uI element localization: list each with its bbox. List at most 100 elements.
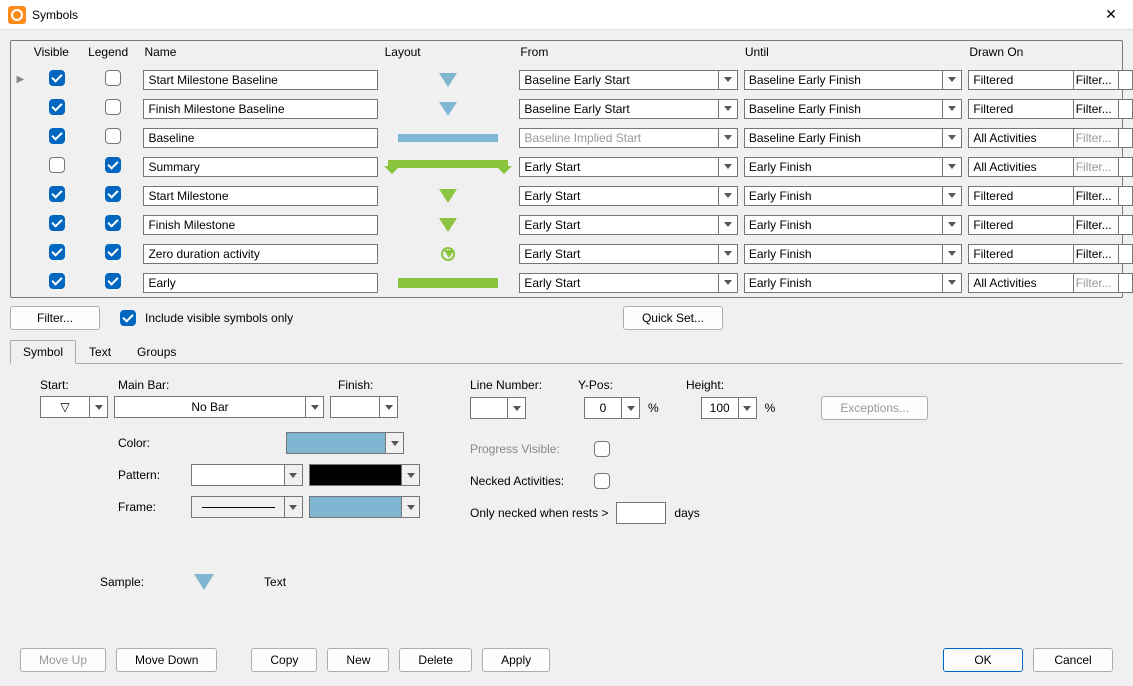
until-select[interactable] bbox=[744, 99, 962, 119]
visible-checkbox[interactable] bbox=[49, 70, 65, 86]
apply-button[interactable]: Apply bbox=[482, 648, 550, 672]
from-select[interactable] bbox=[519, 186, 737, 206]
visible-checkbox[interactable] bbox=[49, 244, 65, 260]
include-visible-box[interactable] bbox=[120, 310, 136, 326]
legend-checkbox[interactable] bbox=[105, 215, 121, 231]
name-input[interactable] bbox=[143, 186, 377, 206]
until-select[interactable] bbox=[744, 244, 962, 264]
legend-checkbox[interactable] bbox=[105, 244, 121, 260]
from-select[interactable] bbox=[519, 273, 737, 293]
chevron-down-icon[interactable] bbox=[942, 128, 962, 148]
row-filter-button[interactable]: Filter... bbox=[1073, 186, 1119, 206]
chevron-down-icon[interactable] bbox=[942, 157, 962, 177]
frame-color-picker[interactable] bbox=[309, 496, 420, 518]
copy-button[interactable]: Copy bbox=[251, 648, 317, 672]
necked-checkbox[interactable] bbox=[594, 473, 610, 489]
table-row[interactable]: Filter... bbox=[11, 123, 1122, 152]
table-row[interactable]: Filter... bbox=[11, 181, 1122, 210]
height-select[interactable]: 100 bbox=[701, 397, 757, 419]
until-select[interactable] bbox=[744, 186, 962, 206]
table-row[interactable]: Filter... bbox=[11, 152, 1122, 181]
tab-text[interactable]: Text bbox=[76, 340, 124, 364]
cancel-button[interactable]: Cancel bbox=[1033, 648, 1113, 672]
tab-groups[interactable]: Groups bbox=[124, 340, 189, 364]
chevron-down-icon[interactable] bbox=[942, 244, 962, 264]
chevron-down-icon[interactable] bbox=[942, 70, 962, 90]
name-input[interactable] bbox=[143, 99, 377, 119]
pattern-left-picker[interactable] bbox=[191, 464, 302, 486]
progress-visible-checkbox[interactable] bbox=[594, 441, 610, 457]
chevron-down-icon[interactable] bbox=[718, 186, 738, 206]
legend-checkbox[interactable] bbox=[105, 157, 121, 173]
move-down-button[interactable]: Move Down bbox=[116, 648, 217, 672]
visible-checkbox[interactable] bbox=[49, 273, 65, 289]
name-input[interactable] bbox=[143, 244, 377, 264]
legend-checkbox[interactable] bbox=[105, 273, 121, 289]
chevron-down-icon[interactable] bbox=[718, 215, 738, 235]
row-filter-button[interactable]: Filter... bbox=[1073, 244, 1119, 264]
drawn-on-select[interactable] bbox=[968, 186, 1066, 206]
visible-checkbox[interactable] bbox=[49, 186, 65, 202]
row-filter-button[interactable]: Filter... bbox=[1073, 215, 1119, 235]
row-filter-button[interactable]: Filter... bbox=[1073, 99, 1119, 119]
until-select[interactable] bbox=[744, 215, 962, 235]
start-select[interactable]: ▽ bbox=[40, 396, 108, 418]
color-picker[interactable] bbox=[286, 432, 404, 454]
drawn-on-select[interactable] bbox=[968, 273, 1066, 293]
table-row[interactable]: ▶Filter... bbox=[11, 65, 1122, 94]
from-select[interactable] bbox=[519, 128, 737, 148]
row-filter-button[interactable]: Filter... bbox=[1073, 157, 1119, 177]
table-row[interactable]: Filter... bbox=[11, 210, 1122, 239]
mainbar-select[interactable]: No Bar bbox=[114, 396, 324, 418]
until-select[interactable] bbox=[744, 128, 962, 148]
visible-checkbox[interactable] bbox=[49, 99, 65, 115]
row-filter-button[interactable]: Filter... bbox=[1073, 70, 1119, 90]
from-select[interactable] bbox=[519, 215, 737, 235]
name-input[interactable] bbox=[143, 128, 377, 148]
from-select[interactable] bbox=[519, 157, 737, 177]
row-filter-button[interactable]: Filter... bbox=[1073, 273, 1119, 293]
name-input[interactable] bbox=[143, 70, 377, 90]
close-icon[interactable]: ✕ bbox=[1097, 6, 1125, 23]
exceptions-button[interactable]: Exceptions... bbox=[821, 396, 928, 420]
chevron-down-icon[interactable] bbox=[718, 157, 738, 177]
legend-checkbox[interactable] bbox=[105, 128, 121, 144]
include-visible-checkbox[interactable]: Include visible symbols only bbox=[116, 307, 293, 329]
pattern-right-picker[interactable] bbox=[309, 464, 420, 486]
table-row[interactable]: Filter... bbox=[11, 239, 1122, 268]
legend-checkbox[interactable] bbox=[105, 186, 121, 202]
tab-symbol[interactable]: Symbol bbox=[10, 340, 76, 364]
quick-set-button[interactable]: Quick Set... bbox=[623, 306, 723, 330]
visible-checkbox[interactable] bbox=[49, 215, 65, 231]
drawn-on-select[interactable] bbox=[968, 70, 1066, 90]
until-select[interactable] bbox=[744, 70, 962, 90]
name-input[interactable] bbox=[143, 157, 377, 177]
drawn-on-select[interactable] bbox=[968, 99, 1066, 119]
chevron-down-icon[interactable] bbox=[718, 128, 738, 148]
drawn-on-select[interactable] bbox=[968, 157, 1066, 177]
chevron-down-icon[interactable] bbox=[718, 70, 738, 90]
chevron-down-icon[interactable] bbox=[942, 273, 962, 293]
from-select[interactable] bbox=[519, 99, 737, 119]
ok-button[interactable]: OK bbox=[943, 648, 1023, 672]
drawn-on-select[interactable] bbox=[968, 215, 1066, 235]
drawn-on-select[interactable] bbox=[968, 128, 1066, 148]
frame-style-picker[interactable] bbox=[191, 496, 302, 518]
new-button[interactable]: New bbox=[327, 648, 389, 672]
finish-select[interactable] bbox=[330, 396, 398, 418]
chevron-down-icon[interactable] bbox=[718, 244, 738, 264]
from-select[interactable] bbox=[519, 244, 737, 264]
name-input[interactable] bbox=[143, 273, 377, 293]
ypos-select[interactable]: 0 bbox=[584, 397, 640, 419]
chevron-down-icon[interactable] bbox=[942, 215, 962, 235]
only-necked-input[interactable] bbox=[616, 502, 666, 524]
filter-button[interactable]: Filter... bbox=[10, 306, 100, 330]
chevron-down-icon[interactable] bbox=[718, 273, 738, 293]
legend-checkbox[interactable] bbox=[105, 70, 121, 86]
chevron-down-icon[interactable] bbox=[942, 186, 962, 206]
row-filter-button[interactable]: Filter... bbox=[1073, 128, 1119, 148]
drawn-on-select[interactable] bbox=[968, 244, 1066, 264]
line-number-select[interactable] bbox=[470, 397, 526, 419]
table-row[interactable]: Filter... bbox=[11, 268, 1122, 297]
visible-checkbox[interactable] bbox=[49, 128, 65, 144]
